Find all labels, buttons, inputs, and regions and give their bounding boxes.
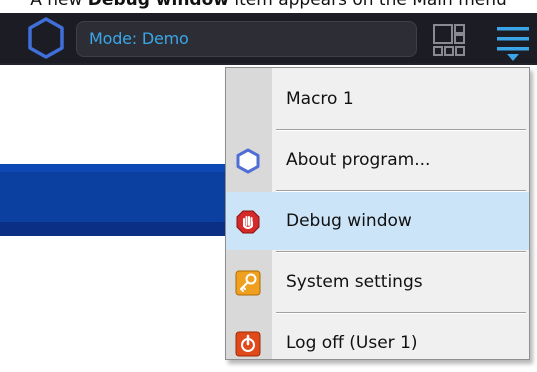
app-header: Mode: Demo [0, 13, 537, 65]
menu-item-label: About program... [286, 150, 431, 170]
key-settings-icon [235, 270, 261, 296]
layout-grid-icon[interactable] [432, 23, 466, 57]
stop-hand-icon [236, 210, 260, 234]
menu-item-label: Macro 1 [286, 89, 354, 109]
menu-item-log-off[interactable]: Log off (User 1) [226, 314, 529, 372]
screen: A new Debug window item appears on the M… [0, 0, 537, 372]
menu-item-label: Debug window [286, 211, 412, 231]
mode-text: Mode: Demo [89, 29, 189, 48]
menu-item-label: System settings [286, 272, 423, 292]
background-panel [0, 164, 240, 236]
caption-text: A new Debug window item appears on the M… [0, 0, 537, 13]
main-menu-dropdown: Macro 1 About program... Debug window Sy… [225, 67, 530, 360]
mode-field[interactable]: Mode: Demo [76, 21, 417, 57]
menu-item-system-settings[interactable]: System settings [226, 253, 529, 311]
hexagon-info-icon [236, 148, 260, 174]
menu-item-about-program[interactable]: About program... [226, 131, 529, 189]
caption-suffix: item appears on the Main menu [229, 0, 507, 10]
hamburger-menu-icon[interactable] [493, 21, 533, 63]
caption-bold: Debug window [87, 0, 229, 10]
hexagon-logo-icon[interactable] [23, 15, 69, 61]
power-logoff-icon [235, 331, 261, 357]
menu-item-debug-window[interactable]: Debug window [226, 192, 529, 250]
menu-item-label: Log off (User 1) [286, 333, 418, 353]
caption-prefix: A new [30, 0, 88, 10]
menu-item-macro-1[interactable]: Macro 1 [226, 70, 529, 128]
